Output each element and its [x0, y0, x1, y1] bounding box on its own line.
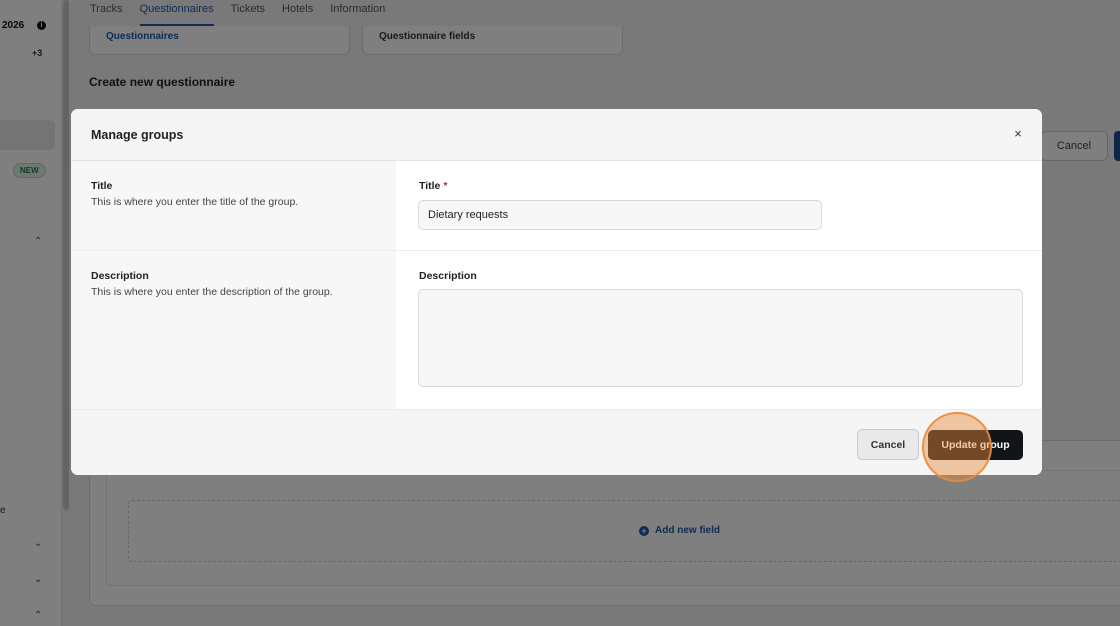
modal-title: Manage groups	[91, 128, 184, 142]
modal-header: Manage groups ×	[71, 109, 1042, 161]
title-input[interactable]	[418, 200, 822, 230]
manage-groups-dialog: Manage groups × Title This is where you …	[71, 109, 1042, 475]
description-info: Description This is where you enter the …	[71, 251, 396, 409]
description-field-label: Description	[419, 270, 477, 282]
title-label-text: Title	[419, 180, 441, 192]
title-info: Title This is where you enter the title …	[71, 161, 396, 250]
title-row: Title This is where you enter the title …	[71, 161, 1042, 251]
update-group-button[interactable]: Update group	[928, 430, 1023, 460]
description-section-description: This is where you enter the description …	[91, 286, 333, 298]
modal-footer: Cancel Update group	[71, 410, 1042, 475]
required-marker: *	[443, 180, 448, 192]
close-icon[interactable]: ×	[1011, 127, 1025, 141]
description-textarea[interactable]	[418, 289, 1023, 387]
title-field-label: Title *	[419, 180, 447, 192]
title-section-description: This is where you enter the title of the…	[91, 196, 299, 208]
cancel-button[interactable]: Cancel	[857, 429, 919, 460]
title-section-heading: Title	[91, 180, 113, 192]
description-row: Description This is where you enter the …	[71, 251, 1042, 410]
description-section-heading: Description	[91, 270, 149, 282]
